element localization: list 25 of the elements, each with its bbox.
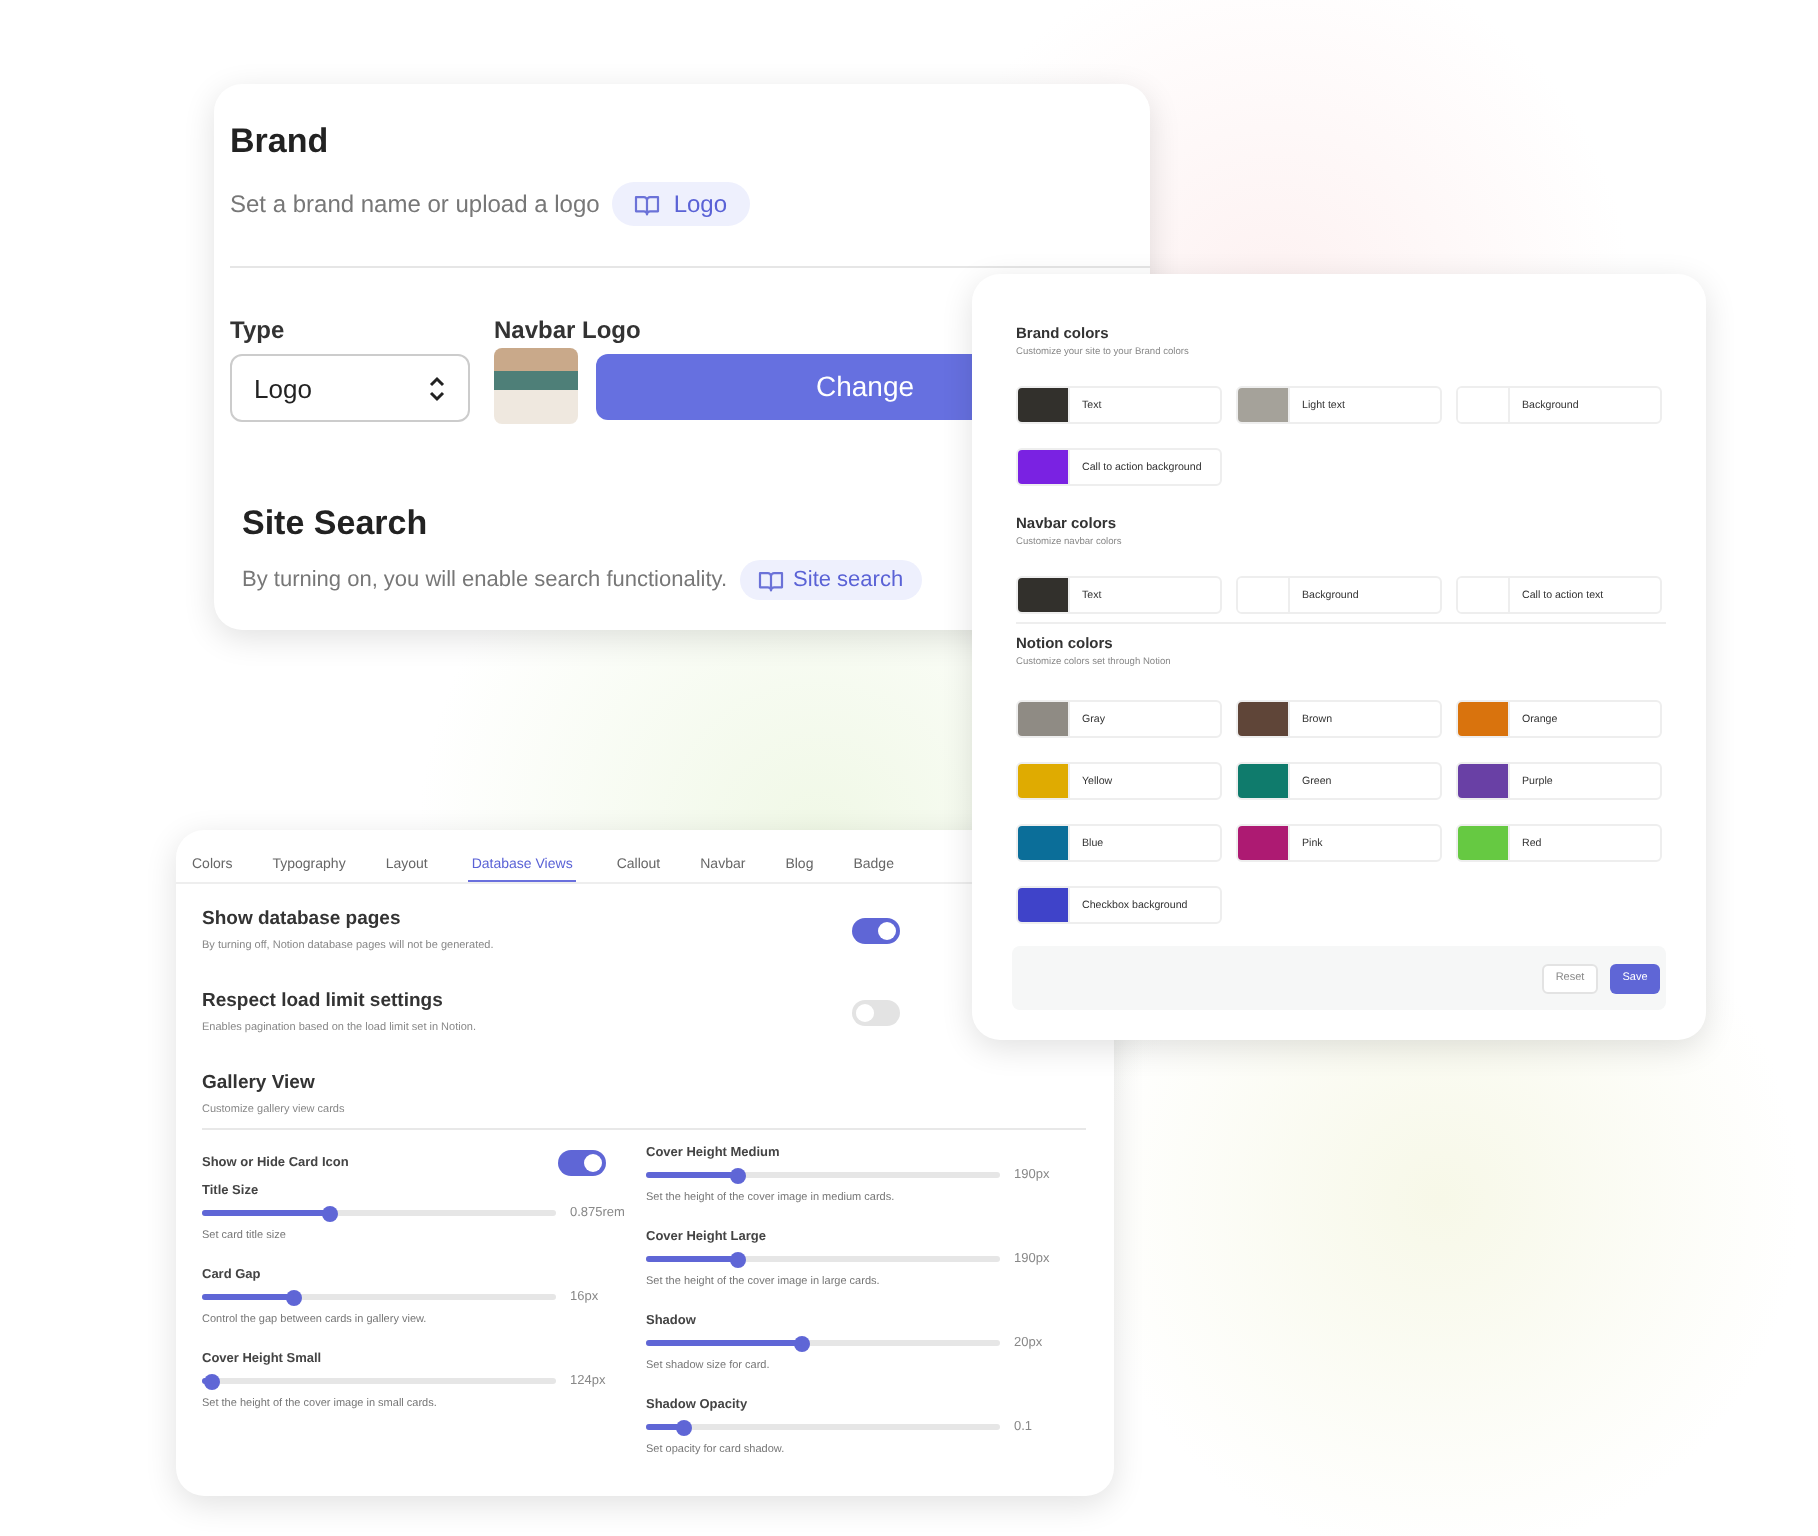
slider-track[interactable] (646, 1172, 1000, 1178)
book-icon (757, 569, 784, 591)
toggle-switch[interactable] (558, 1150, 606, 1176)
section-title: Gallery View (202, 1072, 317, 1094)
chevron-updown-icon (428, 375, 446, 401)
toggle-switch[interactable] (852, 999, 900, 1025)
type-select[interactable]: Logo (230, 354, 470, 422)
docs-link[interactable]: Logo (611, 182, 750, 226)
slider-track[interactable] (646, 1256, 1000, 1262)
slider-track[interactable] (646, 1340, 1000, 1346)
slider-track[interactable] (202, 1294, 556, 1300)
type-label: Type (230, 316, 285, 344)
section-subtitle: Set a brand name or upload a logo (230, 190, 600, 218)
change-button[interactable]: Change (596, 353, 972, 419)
toggle-switch[interactable] (852, 917, 900, 943)
setting-title: Show database pages (202, 908, 403, 930)
docs-link[interactable]: Site search (739, 560, 922, 600)
section-subtitle: By turning on, you will enable search functionality. (242, 568, 728, 592)
section-title: Brand (230, 120, 331, 164)
slider-track[interactable] (202, 1210, 556, 1216)
navbar-logo-label: Navbar Logo (494, 316, 641, 344)
section-title: Site Search (242, 504, 428, 544)
photo-placeholder (494, 348, 578, 424)
book-icon (633, 193, 660, 215)
setting-title: Respect load limit settings (202, 990, 445, 1012)
